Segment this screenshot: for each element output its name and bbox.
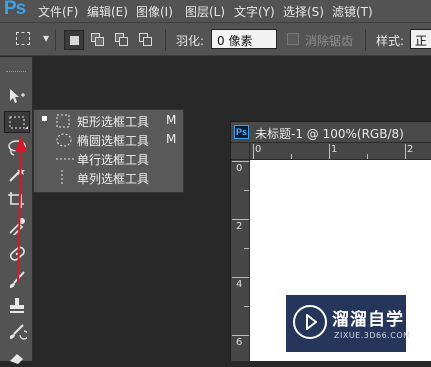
ruler-tick [244,190,249,191]
ruler-tick [405,144,406,159]
document-title: 未标题-1 @ 100%(RGB/8) [255,127,404,141]
vertical-ruler[interactable]: 0 2 4 6 [231,160,250,361]
horizontal-ruler[interactable]: 0 1 2 [250,143,431,160]
play-icon [306,314,317,330]
play-circle-icon [293,305,327,339]
ruler-tick [291,154,292,159]
ruler-tick [244,248,249,249]
ruler-label: 4 [236,279,243,290]
ruler-label: 6 [236,337,243,348]
ps-document-icon: Ps [234,125,249,139]
ruler-tick [329,144,330,159]
ruler-label: 0 [255,144,262,155]
ruler-tick [232,277,249,278]
ruler-tick [232,219,249,220]
watermark-logo: 溜溜自学 ZIXUE.3D66.COM [286,295,410,352]
ruler-tick [232,161,249,162]
ruler-tick [232,335,249,336]
document-tab[interactable]: Ps 未标题-1 @ 100%(RGB/8) [231,122,431,143]
ruler-label: 2 [236,221,243,232]
ruler-label: 0 [236,163,243,174]
ruler-label: 2 [407,144,414,155]
ruler-tick [253,144,254,159]
ruler-tick [367,154,368,159]
watermark-title: 溜溜自学 [332,310,404,330]
ruler-label: 1 [331,144,338,155]
ruler-tick [244,306,249,307]
watermark-url: ZIXUE.3D66.COM [334,331,411,340]
ruler-origin[interactable] [231,143,250,160]
